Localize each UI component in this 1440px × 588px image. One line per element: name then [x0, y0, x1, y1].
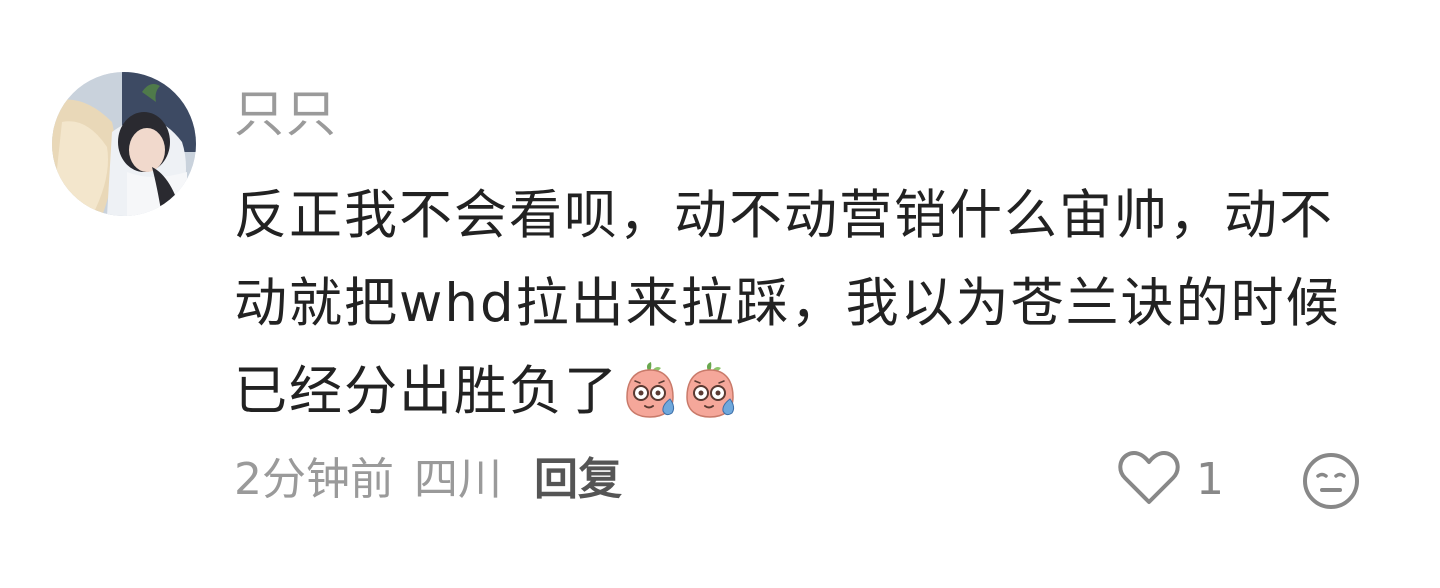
timestamp: 2分钟前: [234, 454, 394, 505]
comment-line-text: 已经分出胜负了: [234, 361, 619, 422]
meh-face-icon: [1302, 453, 1360, 514]
comment-text: 反正我不会看呗，动不动营销什么宙帅，动不 动就把whd拉出来拉踩，我以为苍兰诀的…: [234, 172, 1364, 436]
comment-line: 已经分出胜负了: [234, 348, 1364, 436]
sweat-face-sticker-icon: [621, 358, 679, 418]
heart-outline-icon: [1118, 450, 1180, 510]
sweat-face-sticker-icon: [681, 358, 739, 418]
like-count: 1: [1196, 454, 1224, 505]
comment-meta: 2分钟前 四川 回复: [234, 448, 622, 512]
location-label: 四川: [414, 454, 502, 505]
comment-line: 动就把whd拉出来拉踩，我以为苍兰诀的时候: [234, 273, 1341, 334]
comment-item: 只只 反正我不会看呗，动不动营销什么宙帅，动不 动就把whd拉出来拉踩，我以为苍…: [0, 0, 1440, 588]
username[interactable]: 只只: [234, 84, 338, 144]
like-button[interactable]: 1: [1118, 448, 1224, 512]
reply-button[interactable]: 回复: [534, 448, 622, 512]
avatar-image: [52, 72, 196, 216]
comment-line: 反正我不会看呗，动不动营销什么宙帅，动不: [234, 185, 1334, 246]
dislike-button[interactable]: [1302, 452, 1360, 510]
avatar[interactable]: [52, 72, 196, 216]
